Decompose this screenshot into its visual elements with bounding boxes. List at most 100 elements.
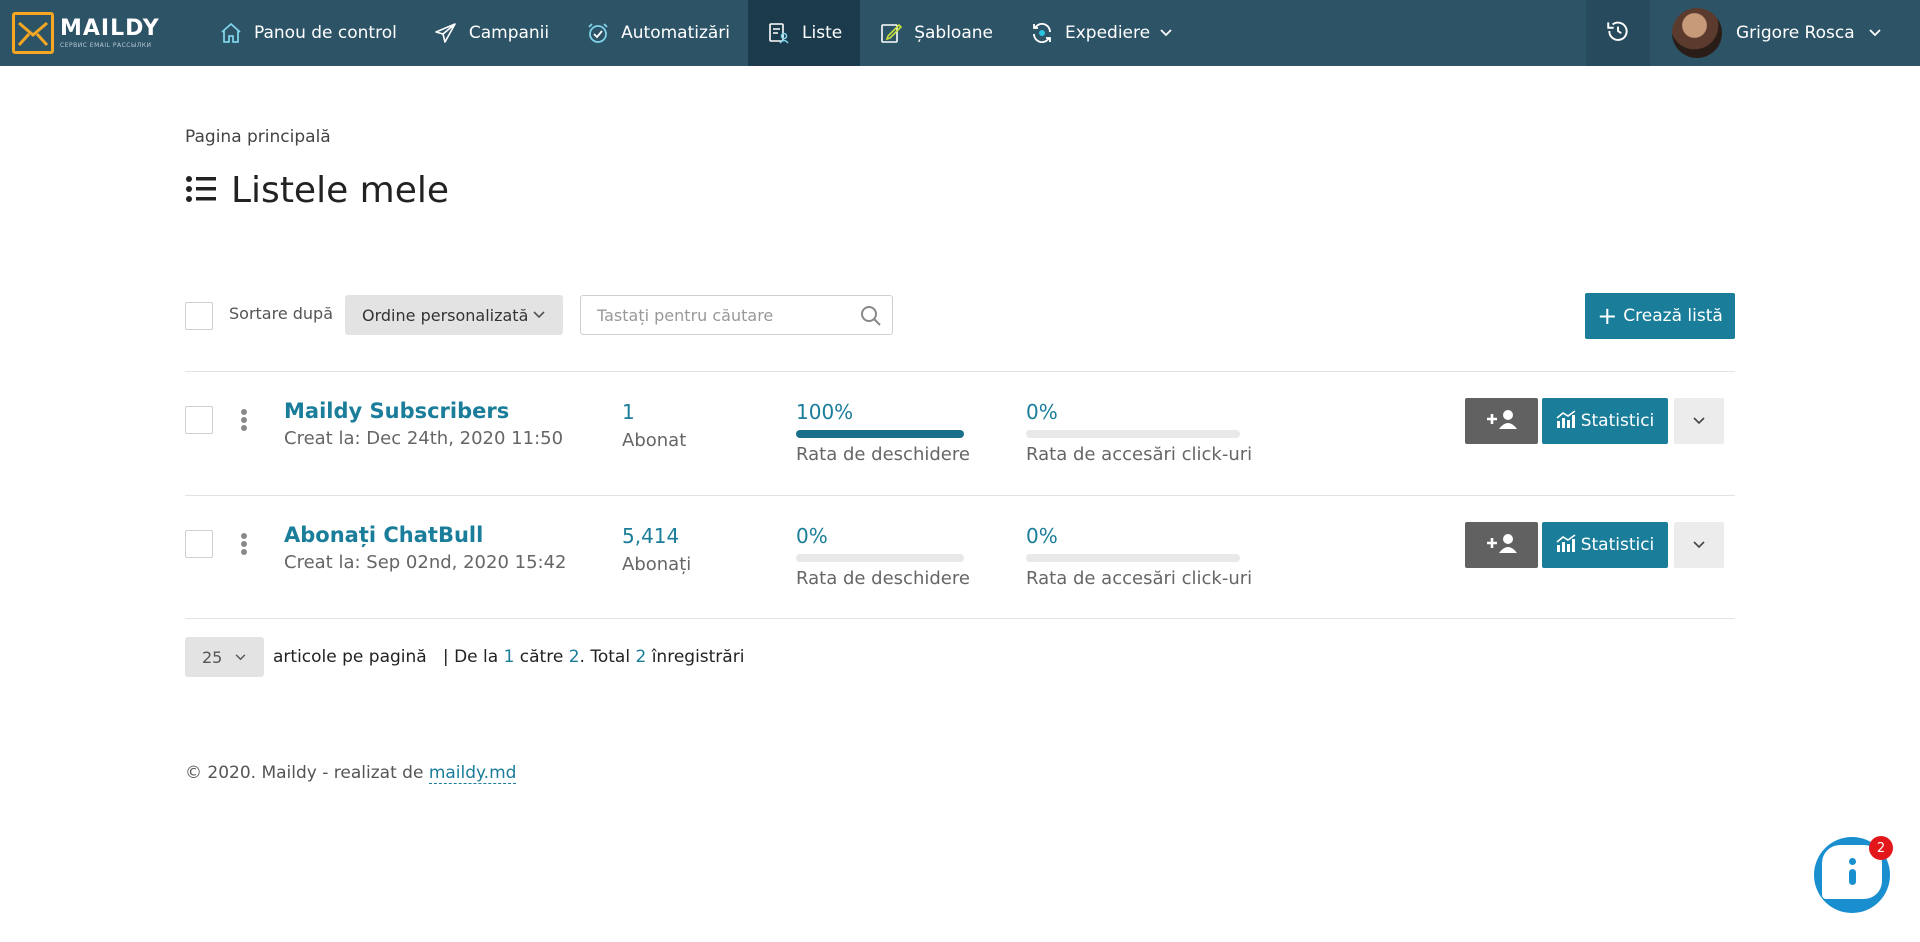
avatar (1672, 8, 1722, 58)
footer: © 2020. Maildy - realizat de maildy.md (185, 763, 517, 784)
nav-item-label: Expediere (1064, 23, 1151, 43)
add-subscriber-button[interactable] (1465, 398, 1538, 444)
brand-tagline: СЕРВИС EMAIL РАССЫЛКИ (60, 41, 152, 49)
subscriber-label: Abonat (622, 430, 687, 451)
click-rate: 0% Rata de accesări click-uri (1026, 400, 1253, 465)
page-title-text: Listele mele (231, 170, 450, 211)
total-label: . Total (579, 647, 631, 667)
create-list-label: Crează listă (1623, 306, 1723, 326)
nav-item-label: Automatizări (621, 23, 731, 43)
sync-icon (1029, 20, 1055, 46)
main-nav: Panou de control Campanii Automatizări L… (200, 0, 1190, 66)
nav-item-lists[interactable]: Liste (748, 0, 861, 66)
list-icon (185, 173, 217, 209)
nav-item-label: Liste (802, 23, 843, 43)
statistics-label: Statistici (1580, 535, 1655, 555)
select-all-checkbox[interactable] (185, 302, 213, 330)
subscriber-count[interactable]: 1 (622, 400, 635, 424)
sort-dropdown[interactable]: Ordine personalizată (345, 295, 563, 335)
list-created-date: Creat la: Dec 24th, 2020 11:50 (284, 428, 564, 449)
user-name: Grigore Rosca (1736, 23, 1855, 43)
add-user-icon (1485, 408, 1519, 434)
click-rate-label: Rata de accesări click-uri (1026, 568, 1253, 589)
statistics-button[interactable]: Statistici (1542, 398, 1668, 444)
per-page-label: articole pe pagină (273, 647, 427, 667)
chevron-down-icon (1693, 538, 1705, 552)
alarm-clock-icon (585, 20, 611, 46)
nav-item-label: Campanii (468, 23, 550, 43)
sort-value: Ordine personalizată (362, 305, 529, 325)
statistics-label: Statistici (1580, 411, 1655, 431)
nav-item-automations[interactable]: Automatizări (567, 0, 748, 66)
notification-badge: 2 (1869, 836, 1893, 860)
chart-icon (1556, 533, 1581, 557)
list-row: Abonați ChatBull Creat la: Sep 02nd, 202… (185, 496, 1735, 620)
click-rate-bar (1026, 554, 1240, 562)
nav-item-label: Șabloane (914, 23, 993, 43)
brand-logo[interactable]: MAILDY СЕРВИС EMAIL РАССЫЛКИ (12, 10, 160, 56)
records-label: înregistrări (651, 647, 745, 667)
drag-handle-icon[interactable] (239, 406, 249, 434)
open-rate-fill (796, 430, 964, 438)
list-row: Maildy Subscribers Creat la: Dec 24th, 2… (185, 372, 1735, 496)
home-icon (218, 20, 244, 46)
chart-icon (1556, 409, 1581, 433)
row-checkbox[interactable] (185, 530, 213, 558)
chevron-down-icon (1869, 26, 1881, 40)
list-created-date: Creat la: Sep 02nd, 2020 15:42 (284, 552, 567, 573)
plus-icon: + (1597, 302, 1618, 330)
history-button[interactable] (1586, 0, 1650, 66)
nav-item-label: Panou de control (254, 23, 397, 43)
subscriber-label: Abonați (622, 554, 692, 575)
to-value: 2 (568, 647, 580, 667)
list-name-link[interactable]: Abonați ChatBull (284, 523, 483, 547)
chevron-down-icon (1160, 26, 1172, 40)
chevron-down-icon (533, 308, 545, 322)
create-list-button[interactable]: + Crează listă (1585, 293, 1735, 339)
open-rate: 0% Rata de deschidere (796, 524, 970, 589)
statistics-button[interactable]: Statistici (1542, 522, 1668, 568)
open-rate-label: Rata de deschidere (796, 568, 970, 589)
user-menu[interactable]: Grigore Rosca (1672, 8, 1881, 58)
add-user-icon (1485, 532, 1519, 558)
click-rate-bar (1026, 430, 1240, 438)
drag-handle-icon[interactable] (239, 530, 249, 558)
nav-item-templates[interactable]: Șabloane (860, 0, 1011, 66)
more-actions-dropdown[interactable] (1674, 398, 1724, 444)
page-title: Listele mele (185, 170, 449, 211)
click-rate: 0% Rata de accesări click-uri (1026, 524, 1253, 589)
edit-template-icon (878, 20, 904, 46)
list-name-link[interactable]: Maildy Subscribers (284, 399, 509, 423)
row-checkbox[interactable] (185, 406, 213, 434)
open-rate: 100% Rata de deschidere (796, 400, 970, 465)
chevron-down-icon (1693, 414, 1705, 428)
divider (185, 618, 1735, 619)
nav-item-campaigns[interactable]: Campanii (415, 0, 567, 66)
click-rate-value: 0% (1026, 400, 1058, 424)
per-page-value: 25 (202, 647, 223, 667)
open-rate-value: 100% (796, 400, 854, 424)
breadcrumb[interactable]: Pagina principală (185, 127, 331, 147)
click-rate-label: Rata de accesări click-uri (1026, 444, 1253, 465)
from-value: 1 (503, 647, 515, 667)
history-icon (1605, 18, 1631, 48)
pagination-info: articole pe pagină | De la 1 către 2. To… (273, 647, 744, 667)
search-icon[interactable] (860, 305, 882, 331)
sort-label: Sortare după (229, 304, 334, 323)
nav-item-dashboard[interactable]: Panou de control (200, 0, 415, 66)
subscriber-count[interactable]: 5,414 (622, 524, 679, 548)
from-label: De la (454, 647, 499, 667)
per-page-dropdown[interactable]: 25 (185, 637, 264, 677)
add-subscriber-button[interactable] (1465, 522, 1538, 568)
top-navbar: MAILDY СЕРВИС EMAIL РАССЫЛКИ Panou de co… (0, 0, 1920, 66)
open-rate-label: Rata de deschidere (796, 444, 970, 465)
open-rate-bar (796, 430, 964, 438)
search-box (580, 295, 893, 335)
brand-name: MAILDY (60, 15, 160, 41)
search-input[interactable] (581, 296, 841, 334)
open-rate-bar (796, 554, 964, 562)
nav-item-sending[interactable]: Expediere (1011, 0, 1190, 66)
footer-link[interactable]: maildy.md (428, 763, 517, 784)
more-actions-dropdown[interactable] (1674, 522, 1724, 568)
to-label: către (519, 647, 564, 667)
